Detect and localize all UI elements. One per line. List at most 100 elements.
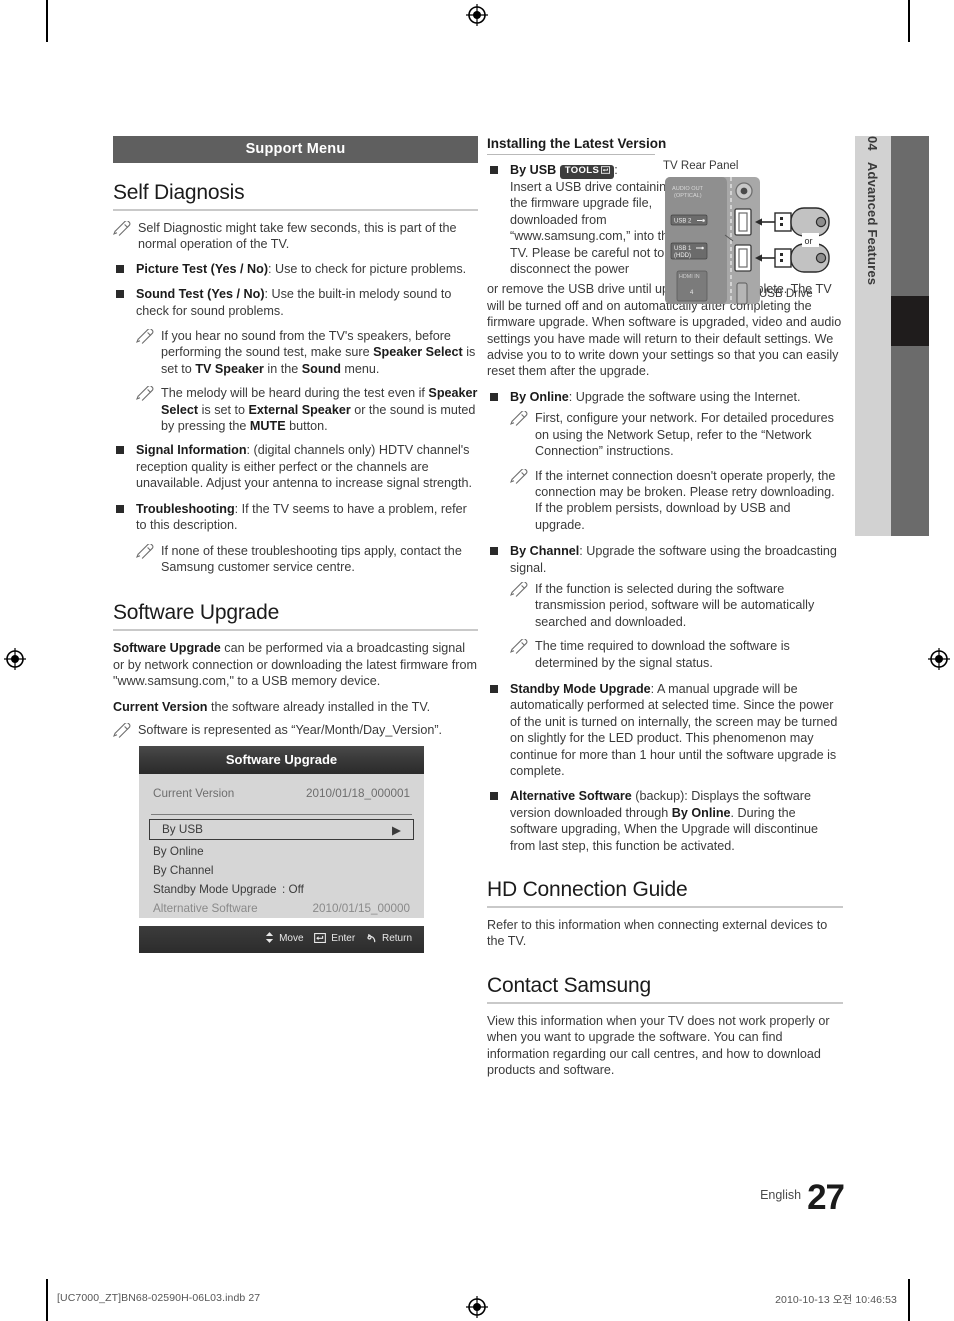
- note-text: The melody will be heard during the test…: [161, 386, 478, 434]
- osd-divider: [151, 814, 412, 816]
- note-internet-connection: If the internet connection doesn't opera…: [510, 467, 843, 534]
- term-label: Picture Test (Yes / No): [136, 261, 269, 276]
- note-text: If the function is selected during the s…: [535, 581, 815, 629]
- square-bullet-icon: [490, 684, 498, 693]
- square-bullet-icon: [116, 290, 124, 299]
- list-item-text: Troubleshooting: If the TV seems to have…: [136, 501, 478, 534]
- usb-connection-figure: TV Rear Panel AUDIO OUT (OPTICAL) USB 2 …: [663, 160, 843, 315]
- osd-label: Alternative Software: [153, 902, 258, 916]
- software-upgrade-paragraph-2: Current Version the software already ins…: [113, 699, 478, 715]
- svg-text:(HDD): (HDD): [674, 253, 691, 259]
- square-bullet-icon: [490, 547, 498, 556]
- heading-rule: [113, 629, 478, 632]
- list-item-text: Picture Test (Yes / No): Use to check fo…: [136, 261, 478, 277]
- note-text: Self Diagnostic might take few seconds, …: [138, 221, 457, 252]
- manual-page: Support Menu Self Diagnosis Self Diagnos…: [0, 0, 954, 1321]
- crop-mark-top-left: [46, 0, 48, 42]
- svg-text:(OPTICAL): (OPTICAL): [674, 193, 702, 199]
- language-label: English: [760, 1188, 802, 1202]
- square-bullet-icon: [116, 264, 124, 273]
- note-self-diagnostic: Self Diagnostic might take few seconds, …: [113, 220, 478, 253]
- osd-hint-enter: Enter: [331, 933, 356, 945]
- tools-badge: TOOLS: [559, 164, 615, 179]
- hd-connection-guide-text: Refer to this information when connectin…: [487, 918, 828, 949]
- osd-row-alternative-software: Alternative Software 2010/01/15_00000: [139, 899, 424, 918]
- list-item-text: Signal Information: (digital channels on…: [136, 442, 478, 491]
- list-item-text: Alternative Software (backup): Displays …: [510, 788, 843, 854]
- heading-hd-connection-guide: HD Connection Guide: [487, 878, 688, 902]
- square-bullet-icon: [490, 392, 498, 401]
- term-desc: : A manual upgrade will be automatically…: [510, 681, 838, 778]
- osd-row-standby-mode-upgrade[interactable]: Standby Mode Upgrade : Off: [139, 880, 424, 899]
- note-text: If none of these troubleshooting tips ap…: [161, 543, 462, 574]
- osd-row-by-channel[interactable]: By Channel: [139, 861, 424, 880]
- osd-value: 2010/01/15_00000: [312, 902, 411, 916]
- registration-mark-left: [4, 648, 26, 670]
- or-label: or: [805, 236, 813, 246]
- contact-samsung-text: View this information when your TV does …: [487, 1013, 830, 1078]
- enter-key-icon: [314, 933, 327, 946]
- heading-rule: [487, 154, 655, 155]
- osd-value: : Off: [282, 883, 304, 897]
- term-label: By USB: [510, 163, 557, 177]
- osd-body: Current Version 2010/01/18_000001 By USB…: [139, 774, 424, 919]
- crop-mark-bottom-left: [46, 1279, 48, 1321]
- pencil-icon: [136, 385, 155, 402]
- osd-hint-return: Return: [381, 933, 412, 945]
- side-tab-number: 04: [865, 136, 881, 151]
- list-item-by-channel: By Channel: Upgrade the software using t…: [487, 543, 843, 576]
- list-item-text: Standby Mode Upgrade: A manual upgrade w…: [510, 681, 843, 779]
- note-text: The time required to download the softwa…: [535, 639, 790, 670]
- note-troubleshooting-contact: If none of these troubleshooting tips ap…: [136, 542, 478, 576]
- note-melody-heard: The melody will be heard during the test…: [136, 385, 478, 434]
- list-item-text: By Online: Upgrade the software using th…: [510, 389, 843, 405]
- registration-mark-right: [928, 648, 950, 670]
- note-speaker-select: If you hear no sound from the TV's speak…: [136, 328, 478, 377]
- list-item-picture-test: Picture Test (Yes / No): Use to check fo…: [113, 261, 478, 277]
- pencil-icon: [510, 467, 529, 484]
- heading-self-diagnosis: Self Diagnosis: [113, 181, 245, 204]
- enter-key-icon: [601, 166, 611, 177]
- crop-mark-bottom-right: [908, 1279, 910, 1321]
- sound-test-notes: If you hear no sound from the TV's speak…: [136, 328, 478, 434]
- pencil-icon: [113, 220, 132, 236]
- software-upgrade-paragraph-1: Software Upgrade can be performed via a …: [113, 640, 478, 689]
- osd-row-by-online[interactable]: By Online: [139, 840, 424, 861]
- page-number: 27: [807, 1178, 845, 1217]
- page-number-block: English 27: [760, 1178, 845, 1218]
- term-desc: : Upgrade the software using the Interne…: [568, 389, 801, 404]
- svg-text:USB 1: USB 1: [674, 246, 692, 252]
- heading-contact-samsung: Contact Samsung: [487, 973, 651, 997]
- pencil-icon: [510, 580, 529, 597]
- side-tab-label: Advanced Features: [865, 161, 881, 286]
- list-item-text: Sound Test (Yes / No): Use the built-in …: [136, 286, 478, 319]
- tools-badge-label: TOOLS: [564, 165, 600, 176]
- by-online-notes: First, configure your network. For detai…: [510, 410, 843, 533]
- term-label: Software Upgrade: [113, 641, 221, 656]
- chevron-right-icon: ▶: [392, 823, 401, 837]
- term-desc: the software already installed in the TV…: [207, 699, 431, 714]
- square-bullet-icon: [116, 504, 124, 513]
- svg-text:HDMI IN: HDMI IN: [679, 274, 700, 280]
- registration-mark-top: [466, 4, 488, 26]
- support-menu-bar: Support Menu: [113, 136, 478, 163]
- print-footer-left: [UC7000_ZT]BN68-02590H-06L03.indb 27: [57, 1292, 261, 1304]
- term-label: By Channel: [510, 544, 580, 559]
- svg-text:USB 2: USB 2: [674, 219, 692, 225]
- heading-rule: [487, 1001, 843, 1004]
- note-text: If the internet connection doesn't opera…: [535, 468, 836, 532]
- pencil-icon: [113, 721, 132, 738]
- osd-row-by-usb[interactable]: By USB ▶: [149, 819, 414, 841]
- list-item-text: By Channel: Upgrade the software using t…: [510, 543, 843, 576]
- figure-label-usb-drive: USB Drive: [759, 288, 813, 300]
- square-bullet-icon: [490, 792, 498, 801]
- osd-label: By USB: [162, 823, 203, 837]
- note-text: If you hear no sound from the TV's speak…: [161, 329, 476, 376]
- list-item-by-usb: By USB TOOLS: Insert a USB drive containi…: [487, 162, 690, 277]
- pencil-icon: [510, 410, 529, 427]
- osd-hint-move: Move: [279, 933, 304, 945]
- osd-row-current-version: Current Version 2010/01/18_000001: [139, 784, 424, 814]
- square-bullet-icon: [116, 446, 124, 455]
- registration-mark-bottom: [466, 1296, 488, 1318]
- list-item-sound-test: Sound Test (Yes / No): Use the built-in …: [113, 286, 478, 319]
